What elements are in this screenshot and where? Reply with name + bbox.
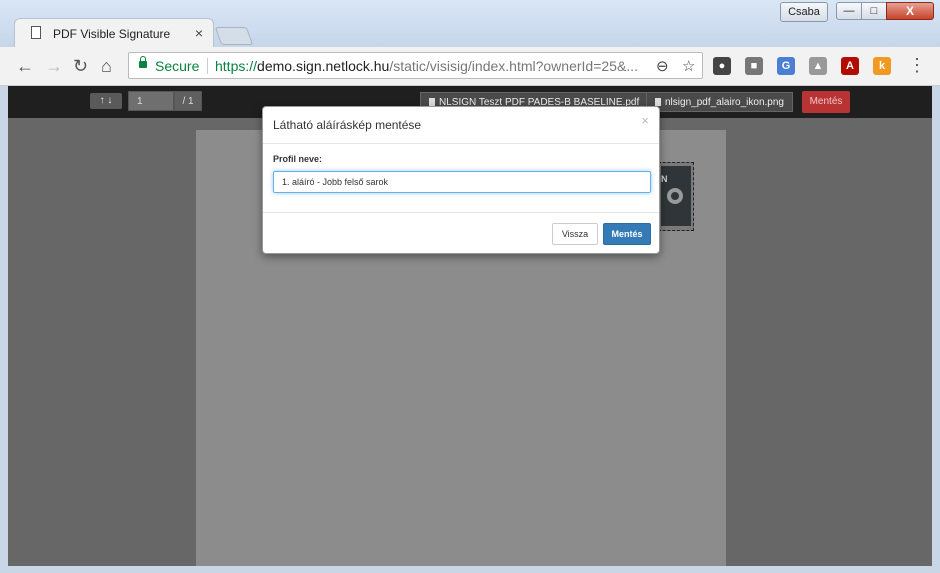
save-signature-dialog: Látható aláíráskép mentése × Profil neve… xyxy=(262,106,660,254)
dialog-close-button[interactable]: × xyxy=(641,113,649,128)
maximize-button[interactable]: □ xyxy=(861,2,887,20)
forward-button[interactable]: → xyxy=(45,56,63,77)
browser-window: Csaba — □ X PDF Visible Signature × ← → … xyxy=(0,0,940,573)
minimize-icon: — xyxy=(843,5,855,17)
lastpass-icon[interactable]: ● xyxy=(713,57,731,75)
dialog-footer xyxy=(263,212,659,213)
page-total: / 1 xyxy=(174,91,202,111)
k-extension-icon[interactable]: k xyxy=(873,57,891,75)
signature-logo: N xyxy=(661,166,691,226)
profile-button[interactable]: Csaba xyxy=(780,2,828,22)
browser-tab[interactable]: PDF Visible Signature × xyxy=(14,18,214,47)
bookmark-star-icon[interactable]: ☆ xyxy=(682,57,695,75)
profile-name-input[interactable]: 1. aláíró - Jobb felső sarok xyxy=(273,171,651,193)
url-text: https://demo.sign.netlock.hu/static/visi… xyxy=(215,58,638,74)
back-button[interactable]: Vissza xyxy=(552,223,598,245)
fingerprint-icon xyxy=(667,188,683,204)
logo-text: N xyxy=(661,174,668,184)
image-file-name: nlsign_pdf_alairo_ikon.png xyxy=(665,97,784,108)
minimize-button[interactable]: — xyxy=(836,2,862,20)
zoom-icon[interactable]: ⊖ xyxy=(656,57,669,75)
home-button[interactable]: ⌂ xyxy=(101,56,112,77)
page-icon xyxy=(31,26,41,39)
file-icon xyxy=(655,98,661,106)
tab-close-button[interactable]: × xyxy=(195,25,203,41)
image-file-button[interactable]: nlsign_pdf_alairo_ikon.png xyxy=(646,92,793,112)
screenshot-icon[interactable]: ■ xyxy=(745,57,763,75)
browser-menu-button[interactable]: ⋮ xyxy=(908,55,926,76)
maximize-icon: □ xyxy=(870,5,878,17)
browser-toolbar: ← → ↻ ⌂ Secure https://demo.sign.netlock… xyxy=(0,47,940,86)
save-button[interactable]: Mentés xyxy=(603,223,651,245)
file-icon xyxy=(429,98,435,106)
title-bar: Csaba — □ X PDF Visible Signature × xyxy=(0,0,940,47)
secure-label: Secure xyxy=(155,58,200,74)
signature-placement-box[interactable]: N xyxy=(658,162,694,231)
drive-icon[interactable]: ▲ xyxy=(809,57,827,75)
back-button[interactable]: ← xyxy=(16,56,34,77)
close-icon: X xyxy=(905,4,914,18)
acrobat-icon[interactable]: A xyxy=(841,57,859,75)
new-tab-button[interactable] xyxy=(214,27,254,45)
translate-icon[interactable]: G xyxy=(777,57,795,75)
profile-name-label: Profil neve: xyxy=(273,154,323,164)
dialog-header: Látható aláíráskép mentése × xyxy=(263,107,659,144)
dialog-title: Látható aláíráskép mentése xyxy=(273,118,422,132)
toolbar-save-button[interactable]: Mentés xyxy=(802,91,850,113)
reload-button[interactable]: ↻ xyxy=(73,56,88,77)
close-window-button[interactable]: X xyxy=(886,2,934,20)
divider xyxy=(207,58,208,74)
address-bar[interactable]: Secure https://demo.sign.netlock.hu/stat… xyxy=(128,52,703,79)
page-nav-buttons[interactable]: ↑ ↓ xyxy=(90,93,122,109)
page-number-input[interactable]: 1 xyxy=(128,91,174,111)
tab-title: PDF Visible Signature xyxy=(53,27,171,41)
lock-icon xyxy=(139,56,147,68)
